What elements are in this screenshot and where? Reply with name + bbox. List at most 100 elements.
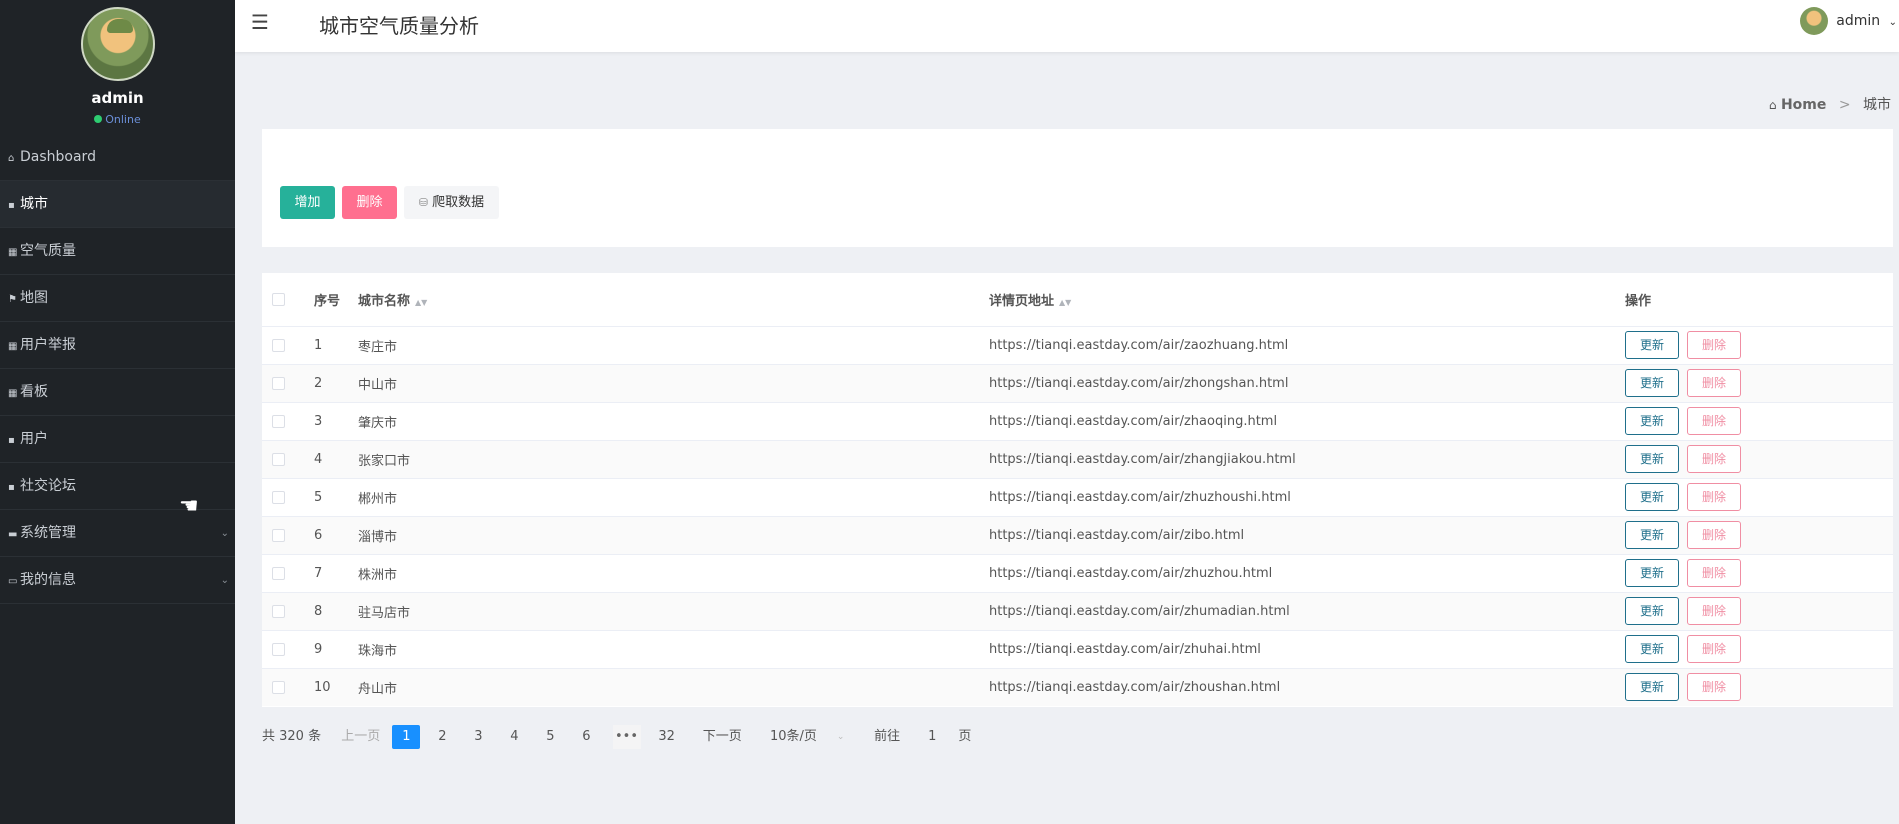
- update-button[interactable]: 更新: [1625, 635, 1679, 663]
- row-index: 6: [314, 527, 323, 543]
- row-checkbox[interactable]: [272, 604, 285, 618]
- sidebar-item-6[interactable]: ▪ 用户: [0, 416, 235, 463]
- update-button[interactable]: 更新: [1625, 559, 1679, 587]
- sidebar-item-label: 我的信息: [20, 572, 76, 588]
- row-index: 2: [314, 375, 323, 391]
- update-button[interactable]: 更新: [1625, 407, 1679, 435]
- table-row: 4 张家口市 https://tianqi.eastday.com/air/zhan…: [262, 440, 1893, 478]
- sidebar-item-3[interactable]: ⚑ 地图: [0, 275, 235, 322]
- breadcrumb-home[interactable]: Home: [1781, 97, 1826, 113]
- update-button[interactable]: 更新: [1625, 445, 1679, 473]
- row-detail-url: https://tianqi.eastday.com/air/zhuzhoush…: [989, 489, 1291, 505]
- row-actions: 更新 删除: [1625, 402, 1893, 440]
- table-row: 1 枣庄市 https://tianqi.eastday.com/air/zaozh…: [262, 326, 1893, 364]
- update-button[interactable]: 更新: [1625, 673, 1679, 702]
- row-checkbox[interactable]: [272, 376, 285, 390]
- chevron-down-icon: ⌄: [836, 732, 845, 742]
- avatar-small: [1800, 7, 1829, 35]
- user-menu[interactable]: admin ⌄: [1800, 7, 1897, 35]
- page-1[interactable]: 1: [392, 725, 421, 749]
- row-detail-url: https://tianqi.eastday.com/air/zhongshan…: [989, 375, 1289, 391]
- delete-button[interactable]: 删除: [1687, 369, 1741, 397]
- delete-button[interactable]: 删除: [1687, 559, 1741, 587]
- monitor-icon: ▪: [8, 200, 15, 211]
- row-actions: 更新 删除: [1625, 592, 1893, 630]
- column-header-name[interactable]: 城市名称 ▲▼: [358, 273, 989, 326]
- row-city-name: 郴州市: [358, 491, 398, 507]
- sidebar-item-9[interactable]: ▭ 我的信息 ⌄: [0, 557, 235, 604]
- delete-button[interactable]: 删除: [1687, 521, 1741, 549]
- row-actions: 更新 删除: [1625, 364, 1893, 402]
- delete-button[interactable]: 删除: [1687, 635, 1741, 663]
- toolbar-card: 增加 删除 ⛁ 爬取数据: [262, 129, 1893, 247]
- select-all-checkbox[interactable]: [272, 292, 285, 306]
- row-actions: 更新 删除: [1625, 630, 1893, 668]
- page-size-select[interactable]: 10条/页 ⌄: [770, 725, 850, 750]
- grid-icon: ▦: [8, 247, 18, 258]
- profile-name: admin: [91, 89, 144, 107]
- update-button[interactable]: 更新: [1625, 483, 1679, 511]
- row-checkbox[interactable]: [272, 490, 285, 504]
- delete-button[interactable]: 删除: [1687, 445, 1741, 473]
- row-checkbox[interactable]: [272, 414, 285, 428]
- row-detail-url: https://tianqi.eastday.com/air/zhuzhou.h…: [989, 565, 1273, 581]
- goto-suffix: 页: [958, 729, 972, 745]
- batch-delete-button[interactable]: 删除: [342, 186, 397, 219]
- sidebar-item-8[interactable]: ▬ 系统管理 ⌄: [0, 510, 235, 557]
- sidebar-item-4[interactable]: ▦ 用户举报: [0, 322, 235, 369]
- delete-button[interactable]: 删除: [1687, 331, 1741, 359]
- column-header-actions: 操作: [1625, 293, 1652, 309]
- update-button[interactable]: 更新: [1625, 521, 1679, 549]
- delete-button[interactable]: 删除: [1687, 597, 1741, 625]
- page-6[interactable]: 6: [572, 725, 600, 749]
- row-checkbox[interactable]: [272, 338, 285, 352]
- update-button[interactable]: 更新: [1625, 331, 1679, 359]
- column-header-index: 序号: [314, 293, 341, 309]
- crawl-data-button[interactable]: ⛁ 爬取数据: [404, 186, 499, 219]
- page-3[interactable]: 3: [464, 725, 492, 749]
- menu-toggle-icon[interactable]: ☰: [251, 10, 269, 34]
- next-page-button[interactable]: 下一页: [703, 725, 742, 749]
- delete-button[interactable]: 删除: [1687, 673, 1741, 702]
- sidebar-item-2[interactable]: ▦ 空气质量: [0, 228, 235, 275]
- sidebar-item-1[interactable]: ▪ 城市: [0, 181, 235, 228]
- row-detail-url: https://tianqi.eastday.com/air/zhaoqing.…: [989, 413, 1278, 429]
- row-actions: 更新 删除: [1625, 478, 1893, 516]
- sidebar-item-label: 城市: [20, 196, 48, 212]
- column-header-url[interactable]: 详情页地址 ▲▼: [989, 273, 1625, 326]
- sidebar-item-7[interactable]: ▪ 社交论坛: [0, 463, 235, 510]
- page-size-value: 10条/页: [769, 729, 817, 744]
- crawl-data-label: 爬取数据: [432, 195, 485, 210]
- page-last[interactable]: 32: [653, 725, 681, 749]
- row-checkbox[interactable]: [272, 452, 285, 466]
- row-checkbox[interactable]: [272, 528, 285, 542]
- update-button[interactable]: 更新: [1625, 369, 1679, 397]
- user-menu-label: admin: [1836, 13, 1881, 29]
- row-actions: 更新 删除: [1625, 668, 1893, 706]
- breadcrumb-separator: >: [1838, 97, 1851, 113]
- prev-page-button[interactable]: 上一页: [341, 725, 380, 749]
- table-header-row: 序号 城市名称 ▲▼ 详情页地址 ▲▼ 操作: [262, 273, 1893, 326]
- sort-icon[interactable]: ▲▼: [415, 298, 427, 307]
- delete-button[interactable]: 删除: [1687, 483, 1741, 511]
- sort-icon[interactable]: ▲▼: [1059, 298, 1071, 307]
- row-detail-url: https://tianqi.eastday.com/air/zibo.html: [989, 527, 1245, 543]
- row-checkbox[interactable]: [272, 642, 285, 656]
- update-button[interactable]: 更新: [1625, 597, 1679, 625]
- delete-button[interactable]: 删除: [1687, 407, 1741, 435]
- page-5[interactable]: 5: [536, 725, 564, 749]
- row-checkbox[interactable]: [272, 566, 285, 580]
- row-detail-url: https://tianqi.eastday.com/air/zhoushan.…: [989, 679, 1281, 695]
- page-title: 城市空气质量分析: [319, 14, 479, 38]
- page-2[interactable]: 2: [428, 725, 456, 749]
- chat-icon: ▪: [8, 435, 15, 446]
- more-pages-button[interactable]: •••: [612, 725, 641, 750]
- page-4[interactable]: 4: [500, 725, 528, 749]
- sidebar-item-5[interactable]: ▦ 看板: [0, 369, 235, 416]
- sidebar-item-0[interactable]: ⌂ Dashboard: [0, 134, 235, 181]
- row-checkbox[interactable]: [272, 680, 285, 694]
- add-button[interactable]: 增加: [280, 186, 335, 219]
- goto-page-input[interactable]: 1: [918, 725, 946, 749]
- chevron-down-icon: ⌄: [220, 575, 229, 586]
- home-icon: ⌂: [1768, 98, 1777, 112]
